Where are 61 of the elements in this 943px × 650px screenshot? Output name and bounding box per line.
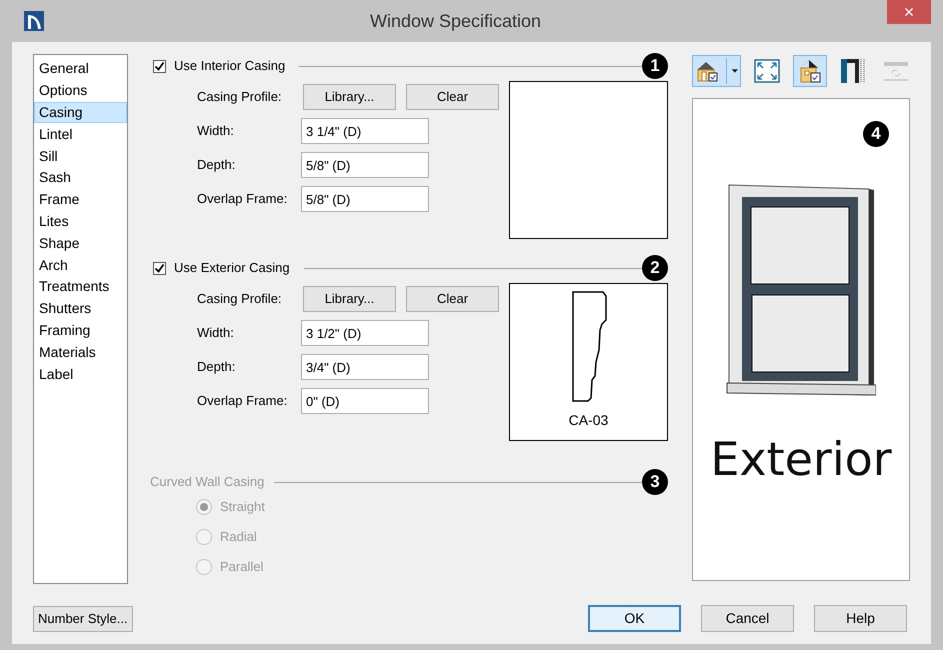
callout-number: 3 — [642, 469, 668, 495]
category-item[interactable]: General — [34, 58, 127, 80]
view-caption: Exterior — [710, 431, 892, 488]
radio-label: Parallel — [220, 558, 264, 576]
category-item[interactable]: Frame — [34, 188, 127, 211]
category-item[interactable]: Framing — [34, 320, 127, 342]
toolbar-button[interactable] — [793, 55, 827, 87]
category-item[interactable]: Lites — [34, 210, 127, 232]
door-frame-icon — [840, 58, 866, 84]
category-item[interactable]: Casing — [34, 102, 127, 124]
callout-number: 2 — [642, 255, 668, 281]
input-field[interactable]: 3/4" (D) — [301, 354, 429, 380]
callout-number: 1 — [642, 53, 668, 79]
caret-icon — [726, 58, 738, 84]
category-item[interactable]: Lintel — [34, 123, 127, 146]
app-logo-icon — [24, 11, 44, 31]
category-item[interactable]: Label — [34, 363, 127, 385]
field-label: Overlap Frame: — [197, 190, 288, 208]
input-field[interactable]: 3 1/2" (D) — [301, 320, 429, 346]
field-label: Depth: — [197, 358, 236, 376]
field-label: Overlap Frame: — [197, 392, 288, 410]
dialog-button[interactable]: Help — [814, 605, 907, 632]
field-label: Casing Profile: — [197, 88, 283, 106]
input-field[interactable]: 5/8" (D) — [301, 186, 429, 212]
checkbox-label: Use Interior Casing — [174, 57, 286, 76]
callout-number: 4 — [863, 121, 889, 147]
category-item[interactable]: Treatments — [34, 276, 127, 298]
window-title: Window Specification — [368, 10, 542, 33]
group-label: Curved Wall Casing — [150, 473, 264, 492]
field-label: Depth: — [197, 156, 236, 174]
input-field[interactable]: 3 1/4" (D) — [301, 118, 429, 144]
category-item[interactable]: Shape — [34, 232, 127, 254]
category-item[interactable]: Options — [34, 80, 127, 102]
fit-icon — [754, 59, 780, 83]
dialog-button[interactable]: Clear — [406, 84, 499, 110]
dialog-button[interactable]: Clear — [406, 286, 499, 312]
dialog-button[interactable]: Library... — [303, 286, 396, 312]
profile-caption: CA-03 — [568, 411, 608, 430]
radio-label: Straight — [220, 498, 265, 516]
casing-profile-icon — [570, 290, 606, 404]
category-item[interactable]: Sill — [34, 145, 127, 167]
close-button[interactable]: × — [887, 0, 931, 24]
checkbox[interactable] — [153, 262, 166, 274]
dialog-button[interactable]: Cancel — [701, 605, 794, 632]
radio-label: Radial — [220, 528, 257, 546]
field-label: Width: — [197, 122, 235, 140]
dialog-button[interactable]: OK — [588, 605, 681, 632]
checkbox[interactable] — [153, 60, 166, 72]
field-label: Casing Profile: — [197, 290, 283, 308]
category-item[interactable]: Shutters — [34, 298, 127, 320]
input-field[interactable]: 5/8" (D) — [301, 152, 429, 178]
swap-icon — [882, 60, 910, 82]
number-style-button[interactable]: Number Style... — [33, 606, 133, 632]
category-item[interactable]: Sash — [34, 166, 127, 189]
input-field[interactable]: 0" (D) — [301, 388, 429, 414]
field-label: Width: — [197, 324, 235, 342]
category-item[interactable]: Arch — [34, 254, 127, 276]
dialog-button[interactable]: Library... — [303, 84, 396, 110]
toolbar-button[interactable] — [692, 55, 741, 87]
category-item[interactable]: Materials — [34, 341, 127, 364]
checkbox-label: Use Exterior Casing — [174, 259, 290, 278]
